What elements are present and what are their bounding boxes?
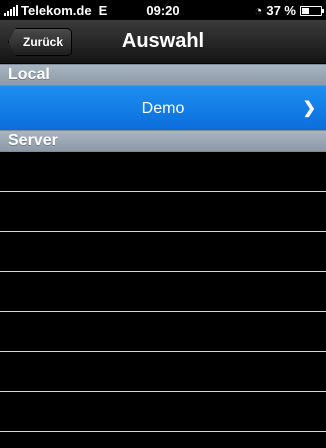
list-item-label: Demo bbox=[141, 100, 185, 117]
rotation-lock-icon: ◔ bbox=[254, 3, 263, 18]
navigation-bar: Zurück Auswahl bbox=[0, 20, 326, 64]
list-item-demo[interactable]: Demo ❯ bbox=[0, 86, 326, 130]
empty-row bbox=[0, 312, 326, 352]
empty-row bbox=[0, 392, 326, 432]
status-right: ◔ 37 % bbox=[254, 3, 324, 18]
status-bar: Telekom.de E 09:20 ◔ 37 % bbox=[0, 0, 326, 20]
empty-row bbox=[0, 232, 326, 272]
empty-row bbox=[0, 152, 326, 192]
empty-row bbox=[0, 352, 326, 392]
empty-row bbox=[0, 192, 326, 232]
battery-icon bbox=[300, 5, 324, 16]
chevron-right-icon: ❯ bbox=[302, 100, 316, 117]
section-header-local: Local bbox=[0, 64, 326, 86]
empty-row bbox=[0, 272, 326, 312]
section-header-server: Server bbox=[0, 130, 326, 152]
page-title: Auswahl bbox=[121, 30, 205, 52]
battery-percent: 37 % bbox=[266, 3, 296, 18]
